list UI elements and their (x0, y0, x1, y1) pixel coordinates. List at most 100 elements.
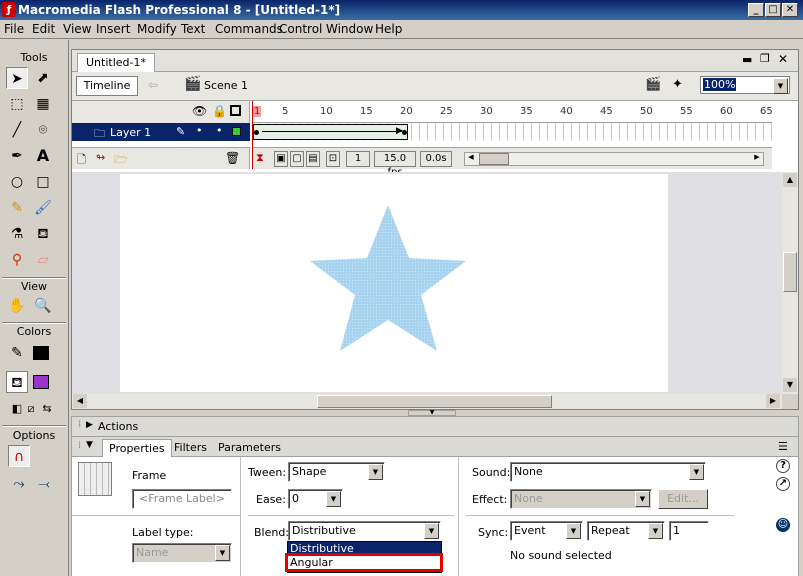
eyedropper-icon[interactable]: ⚲ (6, 249, 28, 271)
menu-modify[interactable]: Modify (137, 22, 177, 36)
dropdown-arrow-icon[interactable]: ▼ (368, 464, 383, 480)
delete-layer-icon[interactable]: 🗑 (225, 151, 240, 165)
ink-bottle-icon[interactable]: ⚗ (6, 223, 28, 245)
tween-select[interactable]: Shape ▼ (288, 462, 385, 482)
stroke-color-swatch[interactable] (33, 346, 49, 360)
star-polygon[interactable] (310, 205, 466, 351)
onion-markers-icon[interactable]: ⊡ (326, 151, 340, 167)
eraser-icon[interactable]: ▱ (32, 249, 54, 271)
star-shape[interactable] (120, 174, 668, 392)
menu-commands[interactable]: Commands (215, 22, 283, 36)
line-tool-icon[interactable]: ╱ (6, 119, 28, 141)
dropdown-arrow-icon[interactable]: ▼ (635, 491, 650, 507)
menu-text[interactable]: Text (181, 22, 205, 36)
rectangle-tool-icon[interactable]: □ (32, 171, 54, 193)
accessibility-icon[interactable]: ☺ (776, 518, 790, 532)
gripper-icon[interactable]: ⁞ (78, 440, 81, 451)
menu-window[interactable]: Window (326, 22, 373, 36)
zoom-select[interactable]: 100% ▼ (700, 76, 790, 94)
lock-icon[interactable]: 🔒 (212, 104, 227, 118)
edit-symbols-icon[interactable]: ✦ (672, 77, 683, 92)
fill-transform-icon[interactable]: ▦ (32, 93, 54, 115)
frame-label-input[interactable]: <Frame Label> (132, 489, 232, 509)
paint-bucket-icon[interactable]: ⛾ (32, 223, 54, 245)
playhead[interactable] (252, 101, 260, 169)
close-button[interactable]: ✕ (782, 3, 798, 17)
brush-tool-icon[interactable]: 🖌 (32, 197, 54, 219)
edit-button[interactable]: Edit... (658, 489, 708, 509)
edit-multiple-icon[interactable]: ▤ (306, 151, 320, 167)
tab-filters[interactable]: Filters (168, 439, 213, 458)
keyframe-end[interactable] (402, 130, 407, 135)
free-transform-icon[interactable]: ⬚ (6, 93, 28, 115)
tab-properties[interactable]: Properties (102, 439, 172, 458)
back-arrow-icon[interactable]: ⇦ (148, 78, 158, 92)
edit-scene-icon[interactable]: 🎬 (645, 77, 661, 92)
shape-tween-span[interactable]: ▶ (253, 124, 408, 140)
hscroll-left-icon[interactable]: ◀ (73, 394, 87, 408)
timeline-button[interactable]: Timeline (76, 76, 138, 96)
actions-panel-header[interactable]: ⁞ ▶ Actions (71, 416, 799, 436)
scroll-left-icon[interactable]: ◀ (465, 153, 477, 165)
tab-parameters[interactable]: Parameters (212, 439, 287, 458)
zoom-tool-icon[interactable]: 🔍 (32, 295, 54, 317)
repeat-select[interactable]: Repeat ▼ (587, 521, 665, 541)
stage-vscroll[interactable]: ▲ ▼ (782, 172, 798, 394)
hand-tool-icon[interactable]: ✋ (6, 295, 28, 317)
timeline-scroll-thumb[interactable] (479, 153, 509, 165)
stage-vscroll-thumb[interactable] (783, 252, 797, 292)
expand-panel-icon[interactable]: ↗ (776, 477, 790, 491)
menu-view[interactable]: View (63, 22, 91, 36)
maximize-button[interactable]: □ (765, 3, 781, 17)
onion-skin-icon[interactable]: ▣ (274, 151, 288, 167)
fill-color-swatch[interactable] (33, 375, 49, 389)
onion-outline-icon[interactable]: ▢ (290, 151, 304, 167)
pen-tool-icon[interactable]: ✒ (6, 145, 28, 167)
straighten-icon[interactable]: ⤙ (33, 473, 55, 495)
insert-folder-icon[interactable]: 🗁 (114, 151, 128, 170)
sound-select[interactable]: None ▼ (510, 462, 706, 482)
menu-insert[interactable]: Insert (96, 22, 130, 36)
gripper-icon[interactable]: ⁞ (78, 419, 81, 430)
blend-select[interactable]: Distributive ▼ (288, 521, 441, 541)
ease-input[interactable]: 0 ▼ (288, 489, 343, 509)
doc-close-icon[interactable]: ✕ (778, 52, 788, 66)
frame-ruler[interactable]: 1 5 10 15 20 25 30 35 40 45 50 55 60 65 (252, 101, 773, 123)
selection-tool-icon[interactable]: ➤ (6, 67, 28, 89)
scroll-down-icon[interactable]: ▼ (783, 378, 797, 392)
panel-options-icon[interactable]: ☰ (778, 440, 788, 453)
sync-select[interactable]: Event ▼ (510, 521, 583, 541)
stage-hscroll-thumb[interactable] (317, 395, 552, 408)
pencil-tool-icon[interactable]: ✎ (6, 197, 28, 219)
menu-edit[interactable]: Edit (32, 22, 55, 36)
lasso-tool-icon[interactable]: ⌾ (32, 119, 54, 141)
subselection-tool-icon[interactable]: ⬈ (32, 67, 54, 89)
dropdown-arrow-icon[interactable]: ▼ (566, 523, 581, 539)
scroll-right-icon[interactable]: ▶ (751, 153, 763, 165)
add-motion-guide-icon[interactable]: ↬ (96, 151, 105, 164)
outline-color-icon[interactable] (232, 127, 241, 136)
dropdown-arrow-icon[interactable]: ▼ (326, 491, 341, 507)
frame-rate[interactable]: 15.0 fps (374, 151, 416, 178)
dropdown-arrow-icon[interactable]: ▼ (648, 523, 663, 539)
menu-help[interactable]: Help (375, 22, 402, 36)
stage[interactable] (120, 174, 668, 392)
repeat-count-input[interactable]: 1 (669, 521, 709, 541)
dropdown-arrow-icon[interactable]: ▼ (689, 464, 704, 480)
text-tool-icon[interactable]: A (32, 145, 54, 167)
outline-icon[interactable] (230, 105, 241, 116)
eye-icon[interactable]: 👁 (192, 104, 207, 118)
swap-colors-icon[interactable]: ⇆ (36, 398, 58, 420)
document-tab[interactable]: Untitled-1* (77, 53, 155, 72)
doc-minimize-icon[interactable]: ▬ (742, 53, 752, 66)
timeline-hscroll[interactable]: ◀ ▶ (464, 152, 764, 166)
oval-tool-icon[interactable]: ○ (6, 171, 28, 193)
zoom-dropdown-icon[interactable]: ▼ (773, 78, 788, 94)
minimize-button[interactable]: _ (748, 3, 764, 17)
scene-label[interactable]: Scene 1 (204, 79, 248, 92)
layer-row[interactable]: 🗀 Layer 1 ✎ • • (72, 123, 250, 141)
menu-file[interactable]: File (4, 22, 24, 36)
dropdown-arrow-icon[interactable]: ▼ (215, 545, 230, 561)
menu-control[interactable]: Control (279, 22, 322, 36)
insert-layer-icon[interactable]: 🗋 (77, 151, 86, 170)
